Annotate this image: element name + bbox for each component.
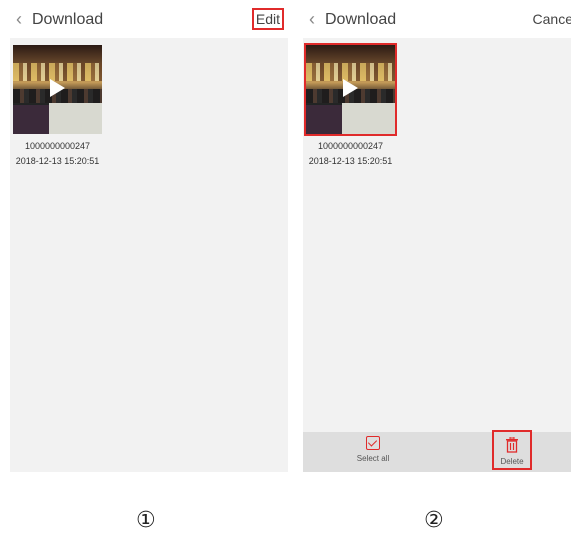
- play-icon: [50, 79, 65, 97]
- video-item[interactable]: 1000000000247 2018-12-13 15:20:51: [13, 45, 102, 167]
- back-chevron-icon[interactable]: ‹: [309, 9, 315, 29]
- header: ‹ Download Cance: [303, 0, 571, 38]
- video-name: 1000000000247: [317, 141, 384, 151]
- video-thumbnail[interactable]: [13, 45, 102, 134]
- delete-label: Delete: [500, 457, 524, 466]
- checkbox-icon: [366, 436, 380, 450]
- select-all-label: Select all: [356, 454, 390, 463]
- video-date: 2018-12-13 15:20:51: [308, 156, 393, 166]
- video-date: 2018-12-13 15:20:51: [15, 156, 100, 166]
- step-label-2: ②: [424, 507, 444, 532]
- edit-button[interactable]: Edit: [251, 8, 284, 30]
- selection-highlight: [304, 43, 397, 136]
- video-name: 1000000000247: [24, 141, 91, 151]
- page-title: Download: [32, 11, 104, 28]
- back-chevron-icon[interactable]: ‹: [16, 9, 22, 29]
- trash-icon: [505, 436, 519, 455]
- page-title: Download: [325, 11, 397, 28]
- download-screen-step-1: ‹ Download Edit 1000000000247 2018-12-13…: [10, 0, 288, 472]
- edit-toolbar: Select all Delete: [303, 430, 571, 472]
- delete-button[interactable]: Delete: [492, 430, 532, 470]
- cancel-button[interactable]: Cance: [533, 10, 571, 28]
- video-item-selected[interactable]: 1000000000247 2018-12-13 15:20:51: [304, 43, 397, 167]
- header: ‹ Download Edit: [10, 0, 288, 38]
- step-label-1: ①: [136, 507, 156, 532]
- select-all-button[interactable]: Select all: [343, 436, 403, 463]
- download-screen-step-2: ‹ Download Cance 1000000000247 2018-12-1…: [303, 0, 571, 472]
